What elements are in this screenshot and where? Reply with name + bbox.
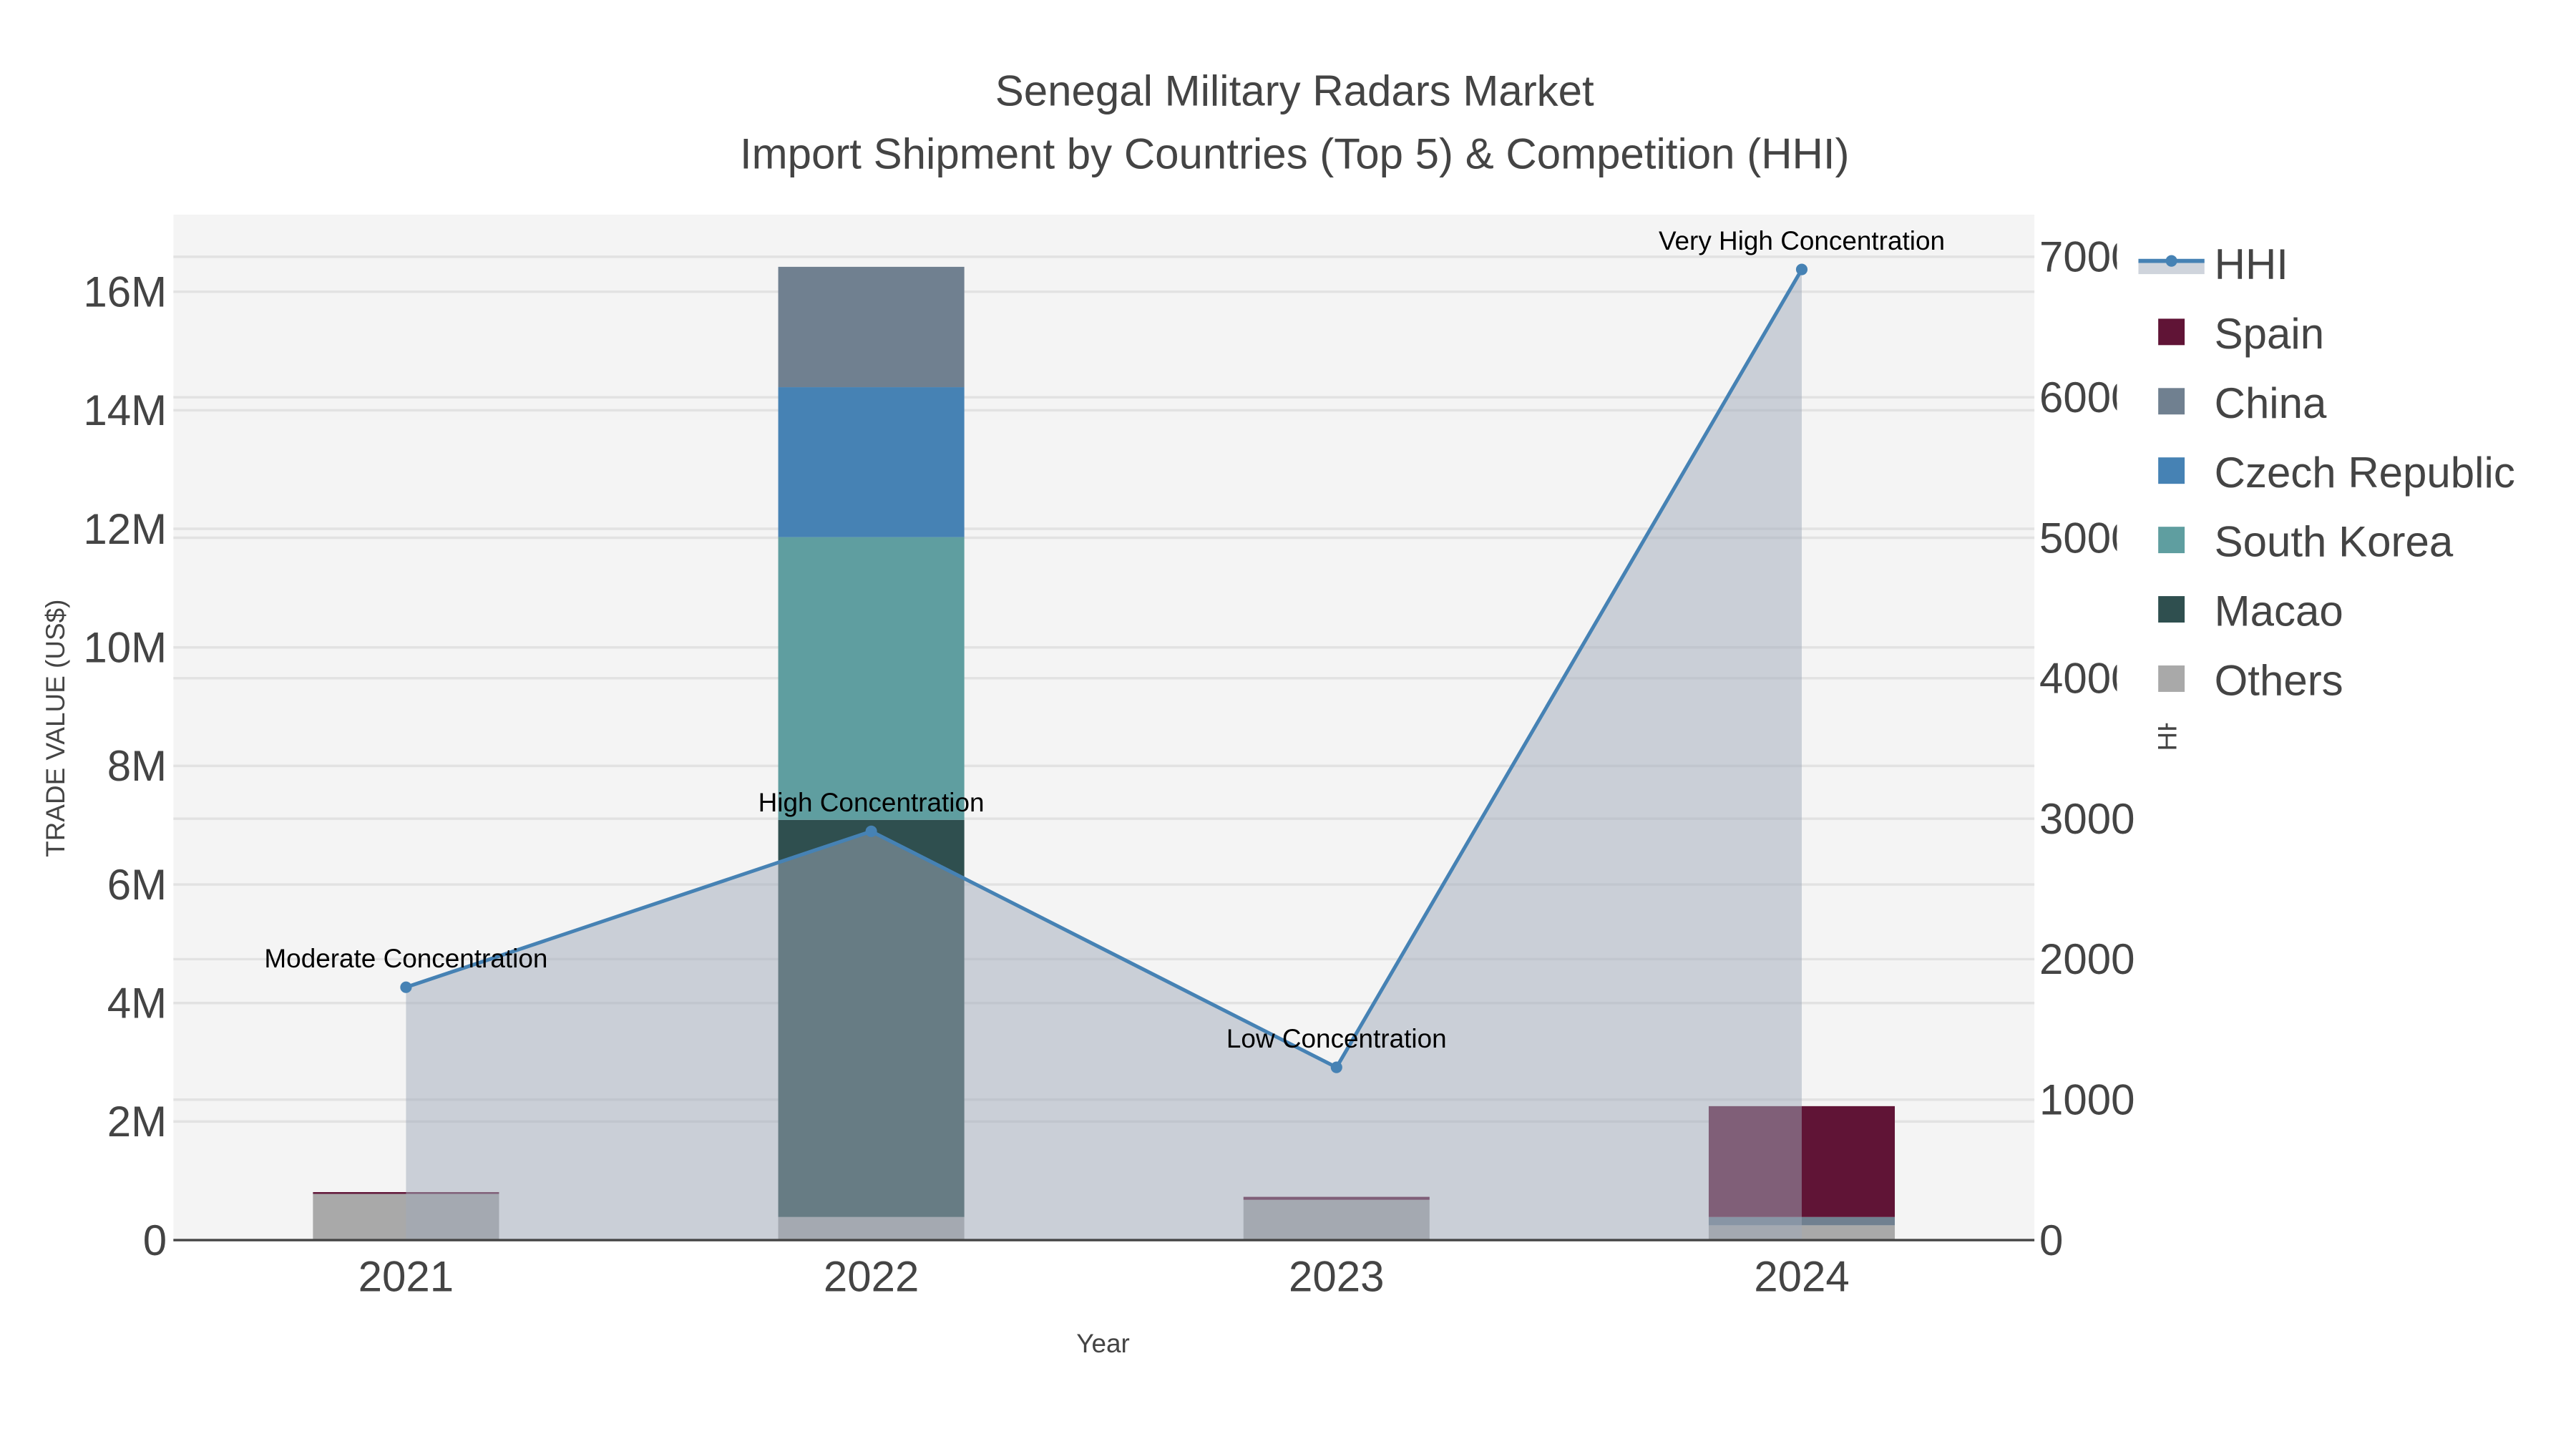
hhi-annotation: Moderate Concentration <box>264 944 547 973</box>
bar-south-korea-2022 <box>778 537 965 820</box>
x-axis-ticks: 2021 2022 2023 2024 <box>358 1253 1850 1301</box>
legend-label: Spain <box>2215 310 2324 358</box>
y2-tick-label: 3000 <box>2039 795 2135 843</box>
x-tick-label: 2021 <box>358 1253 454 1301</box>
y-tick-label: 10M <box>83 623 167 671</box>
hhi-point-2021 <box>400 981 412 993</box>
legend-swatch <box>2158 457 2185 484</box>
legend-swatch <box>2158 596 2185 623</box>
legend-swatch <box>2158 388 2185 415</box>
legend-marker <box>2165 255 2177 267</box>
legend-swatch <box>2158 527 2185 554</box>
y-tick-label: 8M <box>107 742 167 790</box>
legend-label: China <box>2215 379 2327 427</box>
legend-label: South Korea <box>2215 518 2454 566</box>
x-tick-label: 2022 <box>824 1253 919 1301</box>
y-axis-label: TRADE VALUE (US$) <box>41 600 70 857</box>
chart-subtitle: Import Shipment by Countries (Top 5) & C… <box>740 130 1850 177</box>
hhi-annotation: Low Concentration <box>1226 1024 1447 1053</box>
x-tick-label: 2024 <box>1754 1253 1849 1301</box>
y-tick-label: 6M <box>107 861 167 909</box>
hhi-point-2022 <box>865 825 877 837</box>
y-tick-label: 16M <box>83 268 167 316</box>
hhi-point-2024 <box>1795 263 1808 275</box>
chart-title: Senegal Military Radars Market <box>995 67 1594 115</box>
legend-label: HHI <box>2215 240 2288 288</box>
y2-tick-label: 1000 <box>2039 1076 2135 1124</box>
chart: 02M4M6M8M10M12M14M16M 010002000300040005… <box>41 67 2576 1358</box>
hhi-annotation: Very High Concentration <box>1659 226 1945 255</box>
legend-swatch <box>2158 665 2185 692</box>
y-tick-label: 2M <box>107 1098 167 1146</box>
y2-tick-label: 0 <box>2039 1216 2063 1264</box>
bar-czech-republic-2022 <box>778 387 965 537</box>
hhi-point-2023 <box>1330 1061 1342 1073</box>
bar-china-2022 <box>778 266 965 388</box>
y-tick-label: 0 <box>143 1216 167 1264</box>
legend-label: Macao <box>2215 587 2343 635</box>
x-tick-label: 2023 <box>1289 1253 1384 1301</box>
legend-label: Others <box>2215 657 2343 705</box>
y-tick-label: 14M <box>83 386 167 434</box>
legend-swatch <box>2158 318 2185 346</box>
x-axis-label: Year <box>1076 1329 1130 1358</box>
y2-tick-label: 2000 <box>2039 935 2135 983</box>
legend-label: Czech Republic <box>2215 449 2515 497</box>
legend: HHI Spain China Czech Republic South Korea Ma… <box>2117 195 2576 723</box>
y-tick-label: 12M <box>83 505 167 553</box>
hhi-annotation: High Concentration <box>758 788 985 817</box>
y-tick-label: 4M <box>107 979 167 1027</box>
y-axis-ticks: 0 2M 4M 6M 8M 10M 12M 14M 16M <box>83 268 167 1264</box>
